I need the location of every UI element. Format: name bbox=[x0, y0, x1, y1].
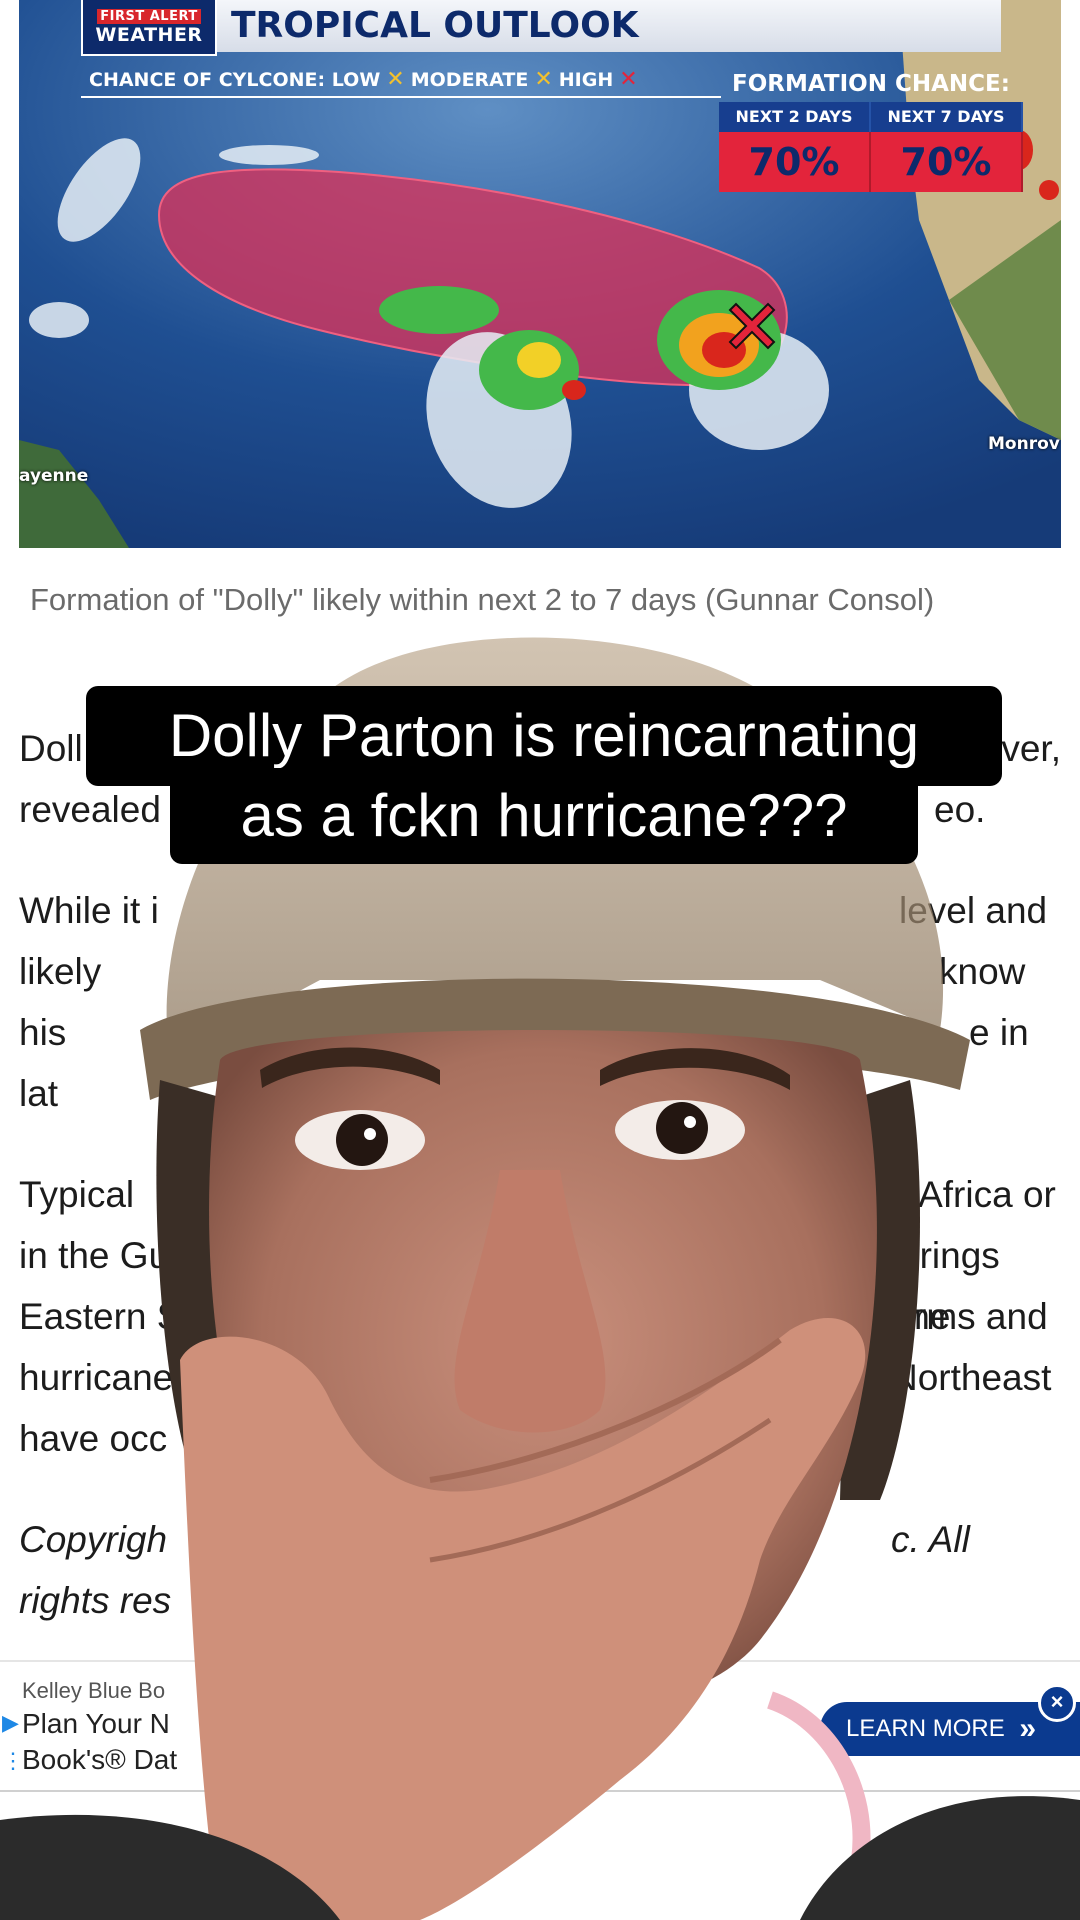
paragraph-text: c. All bbox=[891, 1519, 970, 1560]
paragraph-text: rms and bbox=[914, 1296, 1048, 1337]
paragraph-text: his bbox=[19, 1012, 67, 1053]
learn-more-label: LEARN MORE bbox=[846, 1715, 1005, 1742]
ad-text: Plan Your N Book's® Dat bbox=[22, 1706, 177, 1778]
x-mark-icon: ✕ bbox=[534, 67, 553, 92]
article-paragraph: have occ bbox=[19, 1408, 1061, 1469]
article-paragraph: rights res bbox=[19, 1570, 1061, 1631]
article-paragraph: likely know bbox=[19, 941, 1061, 1002]
play-icon: ▶ bbox=[2, 1710, 19, 1735]
paragraph-text: Doll bbox=[19, 728, 83, 769]
x-mark-icon: ✕ bbox=[386, 67, 405, 92]
paragraph-text: Eastern S bbox=[19, 1296, 182, 1337]
period-value: 70% bbox=[871, 132, 1023, 192]
ad-line: Book's® Dat bbox=[22, 1744, 178, 1775]
article-paragraph: lat bbox=[19, 1063, 1061, 1124]
paragraph-text: of Africa or bbox=[879, 1174, 1056, 1215]
paragraph-text: e in bbox=[969, 1012, 1029, 1053]
image-caption: Formation of "Dolly" likely within next … bbox=[30, 582, 935, 617]
weather-map-image: FIRST ALERT WEATHER TROPICAL OUTLOOK CHA… bbox=[19, 0, 1061, 548]
paragraph-text: hurricane bbox=[19, 1357, 174, 1398]
article-paragraph: While it i level and bbox=[19, 880, 1061, 941]
period-label: NEXT 2 DAYS bbox=[719, 102, 871, 132]
article-paragraph: his e in bbox=[19, 1002, 1061, 1063]
double-chevron-right-icon: » bbox=[1019, 1712, 1036, 1745]
article-paragraph: hurricane Northeast bbox=[19, 1347, 1061, 1408]
weather-title: TROPICAL OUTLOOK bbox=[217, 0, 1001, 52]
paragraph-text: While it i bbox=[19, 890, 159, 931]
logo-line2: WEATHER bbox=[95, 24, 203, 46]
ad-line: Plan Your N bbox=[22, 1708, 170, 1739]
level-moderate: MODERATE bbox=[410, 69, 529, 91]
paragraph-text: lat bbox=[19, 1073, 59, 1114]
paragraph-text: Northeast bbox=[891, 1357, 1052, 1398]
paragraph-text: ver, bbox=[1001, 728, 1061, 769]
x-mark-icon: ✕ bbox=[619, 67, 638, 92]
overlay-caption-line2: as a fckn hurricane??? bbox=[170, 768, 918, 864]
article-paragraph: Eastern S rms and bbox=[19, 1286, 1061, 1347]
ad-close-button[interactable]: × bbox=[1038, 1684, 1076, 1722]
paragraph-text: in the Gu bbox=[19, 1235, 170, 1276]
article-paragraph: in the Gu brings the bbox=[19, 1225, 1061, 1337]
paragraph-text: rights res bbox=[19, 1580, 172, 1621]
formation-chance-box: FORMATION CHANCE: NEXT 2 DAYS NEXT 7 DAY… bbox=[719, 66, 1023, 192]
paragraph-text: have occ bbox=[19, 1418, 168, 1459]
paragraph-text: know bbox=[939, 951, 1026, 992]
level-low: LOW bbox=[331, 69, 381, 91]
chance-label: CHANCE OF CYLCONE: bbox=[89, 69, 326, 91]
weather-header: FIRST ALERT WEATHER TROPICAL OUTLOOK bbox=[81, 0, 1001, 56]
paragraph-text: revealed bbox=[19, 789, 161, 830]
paragraph-text: Typical bbox=[19, 1174, 135, 1215]
map-place-label: Monrov bbox=[988, 434, 1060, 454]
article-paragraph: Typical of Africa or bbox=[19, 1164, 1061, 1225]
period-value: 70% bbox=[719, 132, 871, 192]
paragraph-text: Copyrigh bbox=[19, 1519, 168, 1560]
cyclone-chance-legend: CHANCE OF CYLCONE: LOW ✕ MODERATE ✕ HIGH ✕ bbox=[81, 62, 721, 98]
paragraph-text: likely bbox=[19, 951, 102, 992]
level-high: HIGH bbox=[558, 69, 614, 91]
first-alert-logo: FIRST ALERT WEATHER bbox=[81, 0, 217, 56]
ad-banner[interactable]: ▶ ⋮ Kelley Blue Bo Plan Your N Book's® D… bbox=[0, 1660, 1080, 1792]
more-options-icon[interactable]: ⋮ bbox=[2, 1748, 24, 1774]
map-place-label: ayenne bbox=[19, 466, 89, 486]
ad-brand: Kelley Blue Bo bbox=[22, 1678, 166, 1703]
formation-title: FORMATION CHANCE: bbox=[732, 71, 1010, 97]
article-paragraph: Copyrigh c. All bbox=[19, 1509, 1061, 1570]
paragraph-text: eo. bbox=[934, 789, 986, 830]
logo-line1: FIRST ALERT bbox=[97, 9, 201, 24]
period-label: NEXT 7 DAYS bbox=[871, 102, 1023, 132]
paragraph-text: level and bbox=[899, 890, 1048, 931]
